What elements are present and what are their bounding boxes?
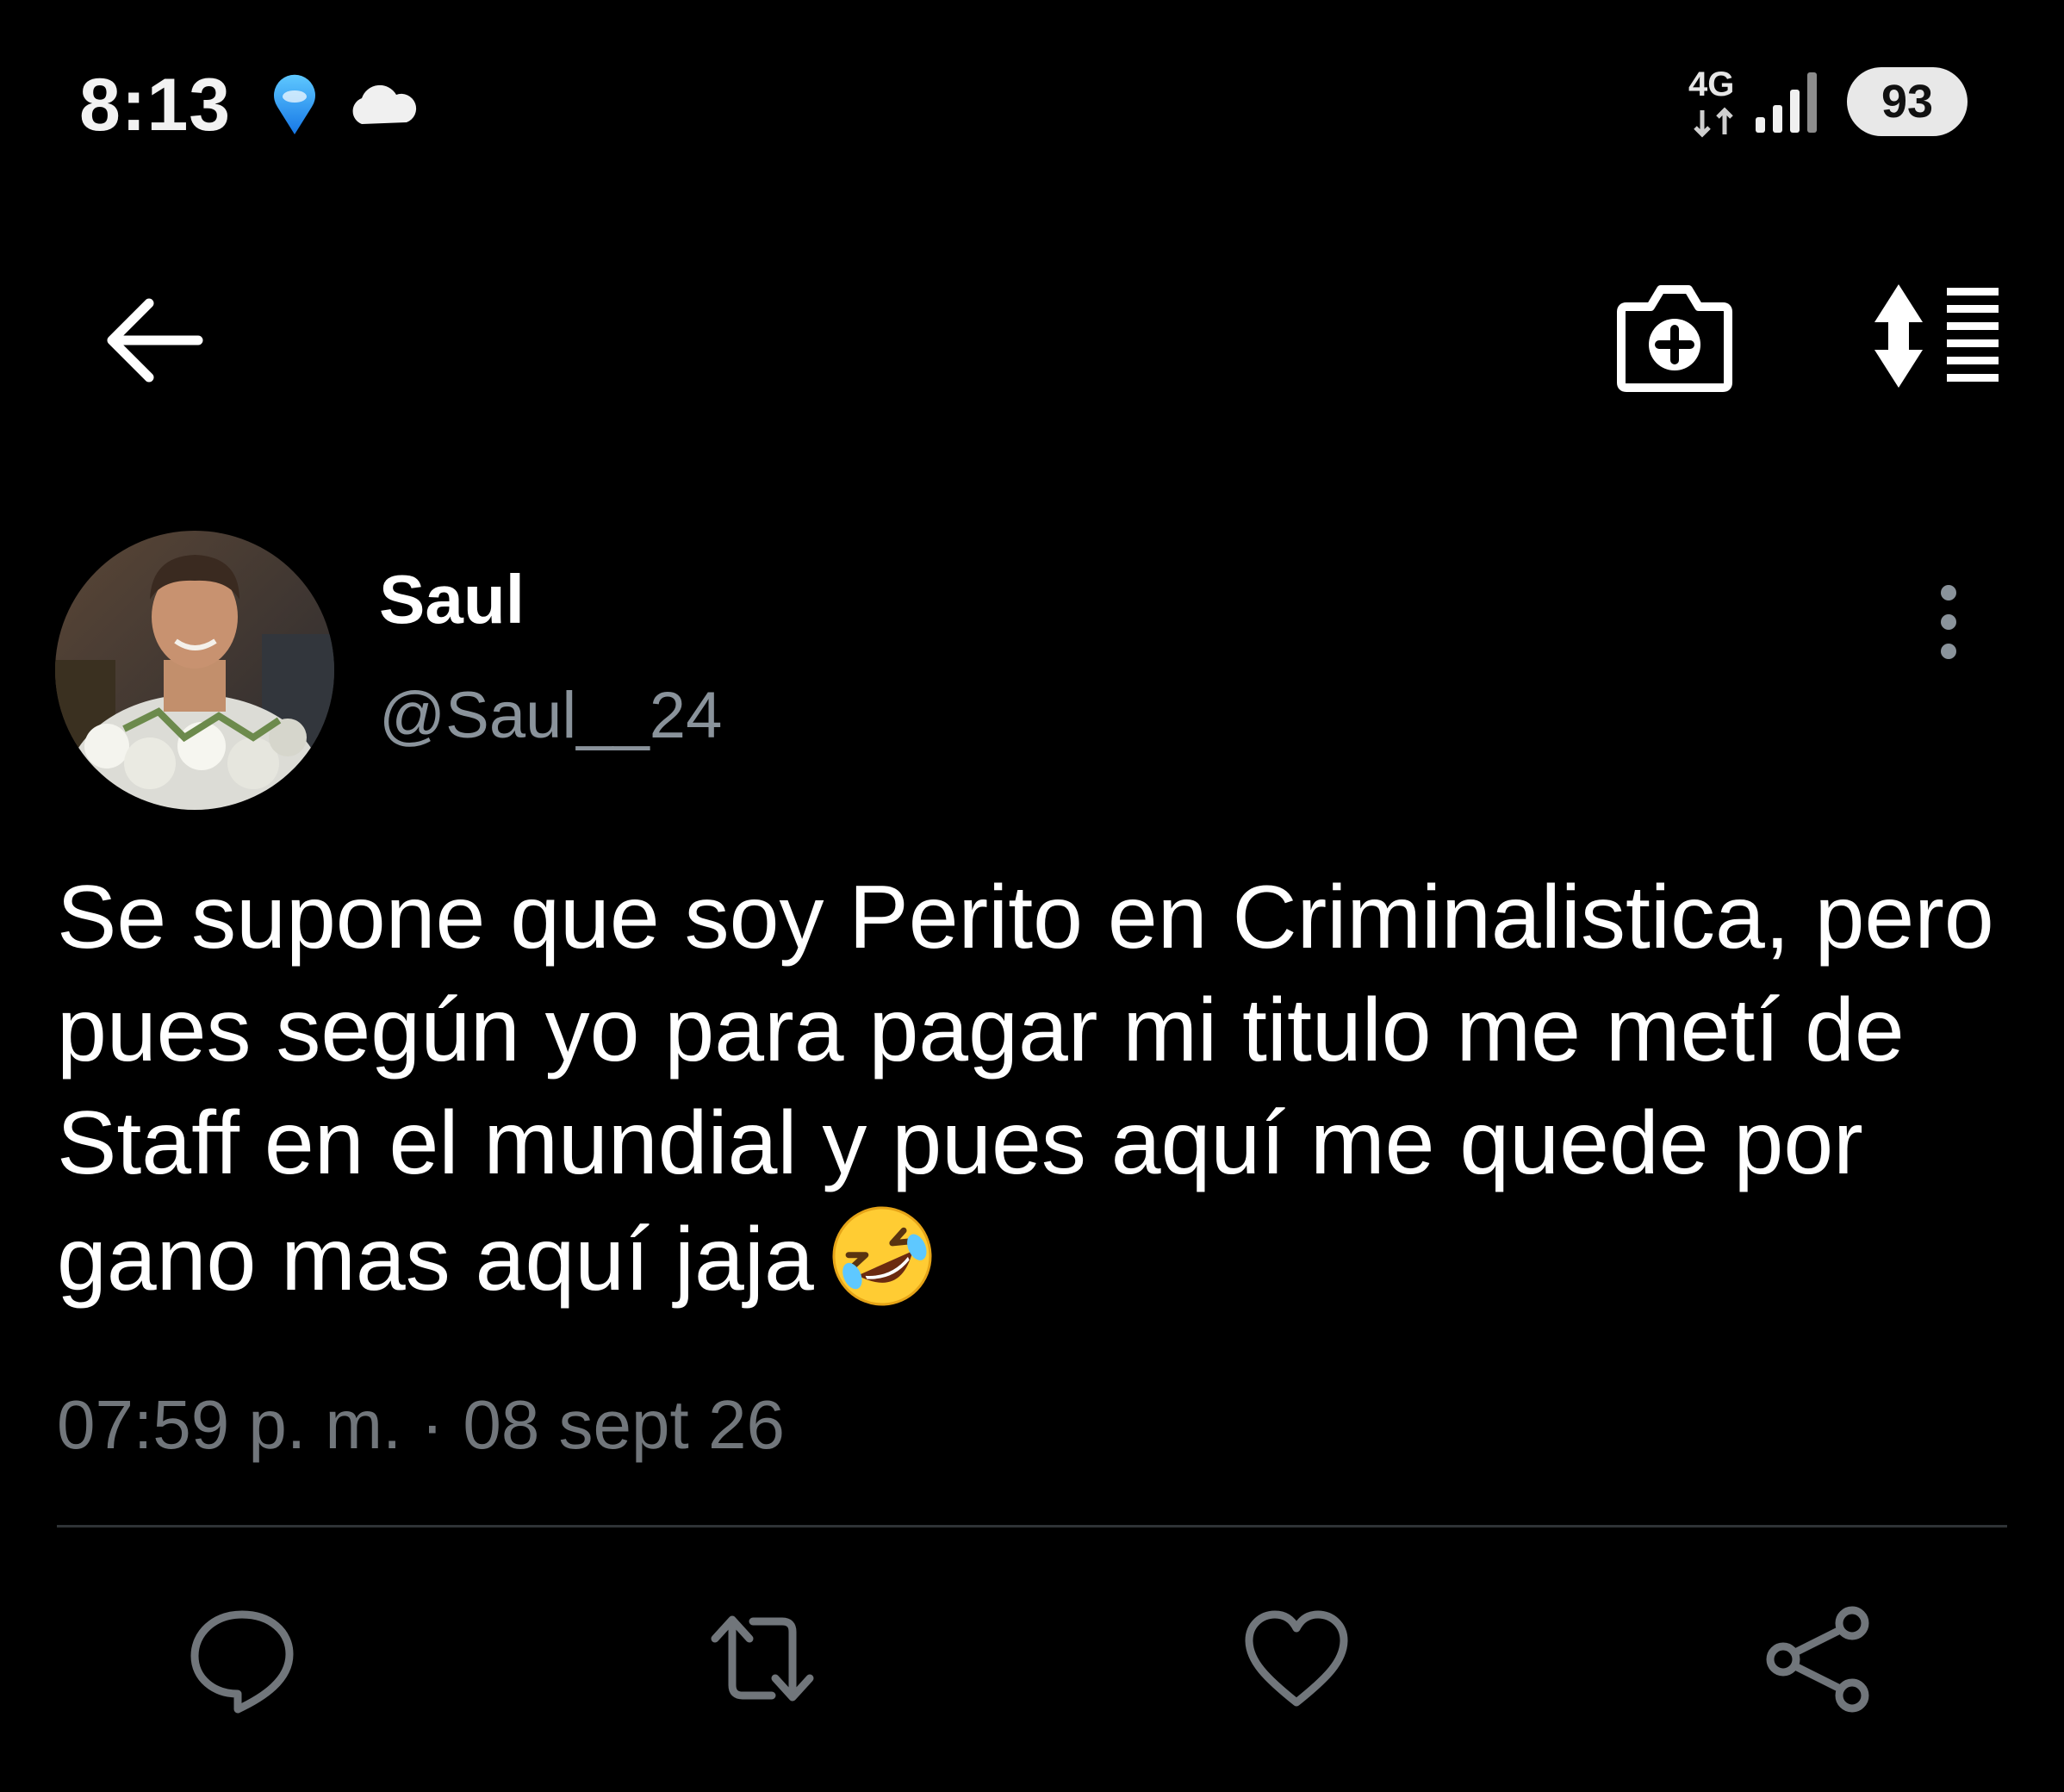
sort-icon[interactable] (1868, 284, 2004, 388)
more-options-icon[interactable] (1930, 582, 1968, 662)
signal-icon (1754, 71, 1823, 134)
back-arrow-icon[interactable] (102, 293, 205, 388)
battery-indicator: 93 (1847, 67, 1968, 136)
network-4g-icon: 4G (1687, 65, 1752, 140)
location-pin-icon (267, 74, 322, 136)
like-icon[interactable] (1240, 1602, 1352, 1714)
tweet-text: Se supone que soy Perito en Criminalisti… (57, 862, 2030, 1316)
camera-add-icon[interactable] (1616, 281, 1733, 393)
status-time: 8:13 (79, 64, 232, 146)
author-handle[interactable]: @Saul__24 (379, 677, 722, 755)
retweet-icon[interactable] (706, 1602, 818, 1714)
author-name[interactable]: Saul (379, 558, 525, 641)
avatar[interactable] (55, 531, 334, 810)
divider (57, 1525, 2007, 1528)
tweet-timestamp: 07:59 p. m. · 08 sept 26 (57, 1386, 785, 1463)
cloud-icon (346, 83, 419, 126)
rolling-on-floor-laughing-emoji (826, 1200, 938, 1312)
share-icon[interactable] (1762, 1602, 1874, 1714)
reply-icon[interactable] (186, 1602, 298, 1714)
tweet-text-content: Se supone que soy Perito en Criminalisti… (57, 868, 1994, 1310)
